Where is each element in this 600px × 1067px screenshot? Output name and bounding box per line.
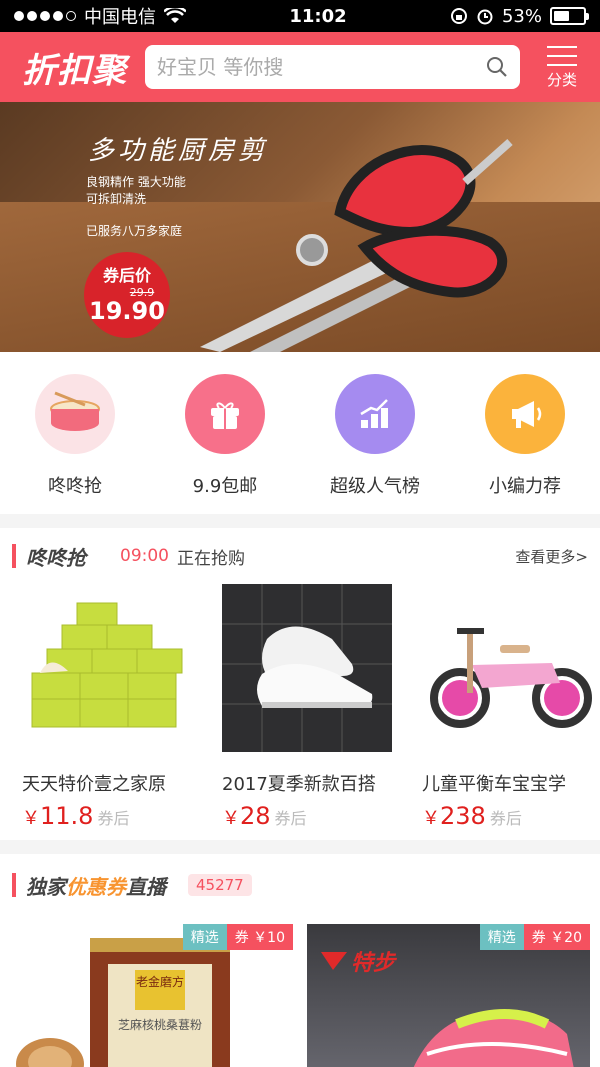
status-bar: 中国电信 11:02 53% [0, 0, 600, 32]
view-more-link[interactable]: 查看更多> [515, 546, 588, 567]
drum-icon [35, 374, 115, 454]
product-price: ￥28 券后 [222, 802, 307, 830]
quick-link-label: 咚咚抢 [48, 476, 102, 497]
quick-link-editor[interactable]: 小编力荐 [450, 374, 600, 514]
new-price: 19.90 [89, 297, 165, 325]
brand-label: 老金磨方 [136, 974, 184, 989]
card-tags: 精选 券 ￥10 [182, 924, 293, 950]
banner-served: 已服务八万多家庭 [86, 224, 183, 238]
banner-line2: 可拆卸清洗 [86, 192, 147, 206]
coupon-section: 独家优惠券直播 45277 老金磨方 芝麻核桃桑葚粉 精选 券 ￥10 特步 精… [0, 854, 600, 1067]
section-marker [12, 873, 16, 897]
flash-sale-section: 咚咚抢 09:00 正在抢购 查看更多> 天天特价壹之家原 ￥11.8 券后 2… [0, 528, 600, 840]
quick-link-9-9[interactable]: 9.9包邮 [150, 374, 300, 514]
price-badge: 券后价 29.9 19.90 [84, 252, 170, 338]
app-logo: 折扣聚 [22, 50, 127, 91]
chart-icon [335, 374, 415, 454]
product-name: 2017夏季新款百搭 [222, 774, 376, 795]
category-button[interactable]: 分类 [538, 45, 586, 90]
brand-logo-text: 特步 [351, 951, 398, 976]
wifi-icon [164, 8, 186, 23]
coupon-tag: 券 ￥10 [226, 924, 293, 950]
card-tags: 精选 券 ￥20 [479, 924, 590, 950]
promo-banner[interactable]: 多功能厨房剪 良钢精作 强大功能 可拆卸清洗 已服务八万多家庭 券后价 29.9… [0, 102, 600, 352]
product-card[interactable]: 天天特价壹之家原 ￥11.8 券后 [0, 584, 200, 830]
product-name: 儿童平衡车宝宝学 [422, 774, 566, 795]
banner-line1: 良钢精作 强大功能 [86, 175, 186, 189]
gift-icon [185, 374, 265, 454]
search-input[interactable] [157, 55, 486, 79]
price-badge-label: 券后价 [102, 266, 151, 285]
product-image-balance-bike [422, 584, 592, 752]
battery-icon [550, 7, 589, 25]
quick-link-label: 9.9包邮 [192, 476, 258, 497]
search-icon[interactable] [486, 56, 508, 78]
flash-time: 09:00 [120, 546, 169, 566]
product-name: 天天特价壹之家原 [22, 774, 166, 795]
search-bar[interactable] [145, 45, 520, 89]
product-label: 芝麻核桃桑葚粉 [118, 1017, 202, 1032]
featured-tag: 精选 [479, 924, 524, 950]
quick-link-dongdong[interactable]: 咚咚抢 [0, 374, 150, 514]
app-header: 折扣聚 分类 [0, 32, 600, 102]
product-image-sneakers [222, 584, 392, 752]
clock: 11:02 [289, 5, 347, 27]
product-price: ￥238 券后 [422, 802, 522, 830]
coupon-card[interactable]: 特步 精选 券 ￥20 [307, 924, 590, 1067]
product-price: ￥11.8 券后 [22, 802, 130, 830]
product-card[interactable]: 儿童平衡车宝宝学 ￥238 券后 [400, 584, 600, 830]
banner-title: 多功能厨房剪 [88, 136, 269, 166]
megaphone-icon [485, 374, 565, 454]
featured-tag: 精选 [182, 924, 227, 950]
flash-title: 咚咚抢 [26, 545, 86, 570]
banner-subtitle: 良钢精作 强大功能 可拆卸清洗 [86, 174, 186, 208]
coupon-count-badge: 45277 [188, 874, 252, 896]
signal-icon [14, 11, 76, 21]
quick-link-label: 小编力荐 [489, 476, 561, 497]
flash-status: 正在抢购 [177, 548, 245, 569]
quick-link-ranking[interactable]: 超级人气榜 [300, 374, 450, 514]
product-card[interactable]: 2017夏季新款百搭 ￥28 券后 [200, 584, 400, 830]
section-marker [12, 544, 16, 568]
coupon-card[interactable]: 老金磨方 芝麻核桃桑葚粉 精选 券 ￥10 [10, 924, 293, 1067]
rotation-lock-icon [450, 8, 467, 24]
quick-links: 咚咚抢 9.9包邮 超级人气榜 小编力荐 [0, 352, 600, 514]
coupon-title: 独家优惠券直播 [26, 874, 166, 899]
product-image-tissue [22, 584, 192, 752]
carrier-label: 中国电信 [84, 7, 156, 28]
battery-percent: 53% [501, 5, 542, 27]
quick-link-label: 超级人气榜 [330, 476, 420, 497]
category-label: 分类 [546, 70, 577, 89]
coupon-tag: 券 ￥20 [523, 924, 590, 950]
alarm-icon [477, 9, 493, 25]
menu-icon [547, 45, 577, 66]
